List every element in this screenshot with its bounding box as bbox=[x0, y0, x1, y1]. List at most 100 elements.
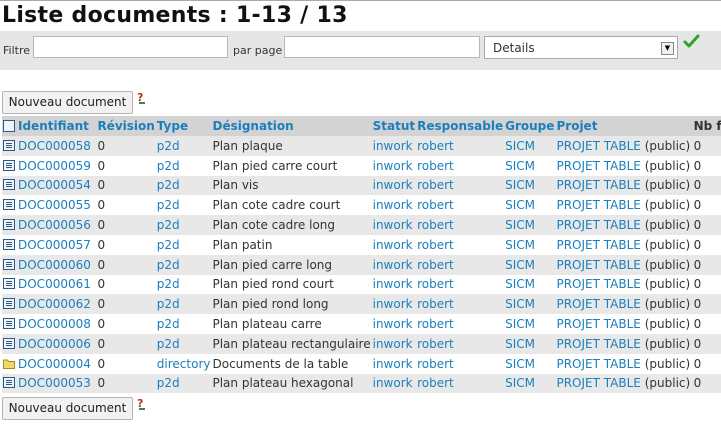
projet-link[interactable]: PROJET TABLE bbox=[556, 238, 640, 252]
responsable-link[interactable]: robert bbox=[417, 258, 454, 272]
statut-link[interactable]: inwork bbox=[373, 238, 413, 252]
statut-link[interactable]: inwork bbox=[373, 198, 413, 212]
projet-link[interactable]: PROJET TABLE bbox=[556, 376, 640, 390]
responsable-link[interactable]: robert bbox=[417, 337, 454, 351]
projet-link[interactable]: PROJET TABLE bbox=[556, 297, 640, 311]
projet-link[interactable]: PROJET TABLE bbox=[556, 337, 640, 351]
type-link[interactable]: p2d bbox=[157, 139, 180, 153]
type-link[interactable]: p2d bbox=[157, 238, 180, 252]
groupe-link[interactable]: SICM bbox=[505, 238, 535, 252]
per-page-input[interactable] bbox=[284, 36, 480, 58]
type-link[interactable]: p2d bbox=[157, 317, 180, 331]
type-link[interactable]: p2d bbox=[157, 337, 180, 351]
type-link[interactable]: p2d bbox=[157, 376, 180, 390]
groupe-link[interactable]: SICM bbox=[505, 139, 535, 153]
document-id-link[interactable]: DOC000053 bbox=[18, 376, 91, 390]
groupe-link[interactable]: SICM bbox=[505, 159, 535, 173]
table-row[interactable]: DOC000056 0 p2d Plan cote cadre long inwork r… bbox=[2, 215, 721, 235]
groupe-link[interactable]: SICM bbox=[505, 317, 535, 331]
document-id-link[interactable]: DOC000058 bbox=[18, 139, 91, 153]
groupe-link[interactable]: SICM bbox=[505, 337, 535, 351]
question-mark-icon[interactable]: ? bbox=[136, 91, 148, 105]
projet-link[interactable]: PROJET TABLE bbox=[556, 277, 640, 291]
statut-link[interactable]: inwork bbox=[373, 317, 413, 331]
groupe-link[interactable]: SICM bbox=[505, 277, 535, 291]
projet-link[interactable]: PROJET TABLE bbox=[556, 357, 640, 371]
type-link[interactable]: p2d bbox=[157, 258, 180, 272]
view-mode-select[interactable]: Details ▼ bbox=[484, 36, 678, 59]
table-row[interactable]: DOC000004 0 directory Documents de la table… bbox=[2, 353, 721, 374]
table-row[interactable]: DOC000061 0 p2d Plan pied rond court inwork r… bbox=[2, 274, 721, 295]
type-link[interactable]: p2d bbox=[157, 218, 180, 232]
groupe-link[interactable]: SICM bbox=[505, 218, 535, 232]
statut-link[interactable]: inwork bbox=[373, 139, 413, 153]
groupe-link[interactable]: SICM bbox=[505, 297, 535, 311]
table-row[interactable]: DOC000057 0 p2d Plan patin inwork robert SICM P… bbox=[2, 234, 721, 255]
type-link[interactable]: p2d bbox=[157, 178, 180, 192]
type-link[interactable]: p2d bbox=[157, 297, 180, 311]
statut-link[interactable]: inwork bbox=[373, 178, 413, 192]
document-id-link[interactable]: DOC000061 bbox=[18, 277, 91, 291]
groupe-link[interactable]: SICM bbox=[505, 198, 535, 212]
groupe-link[interactable]: SICM bbox=[505, 258, 535, 272]
responsable-link[interactable]: robert bbox=[417, 178, 454, 192]
statut-link[interactable]: inwork bbox=[373, 277, 413, 291]
table-row[interactable]: DOC000008 0 p2d Plan plateau carre inwork rob… bbox=[2, 314, 721, 334]
header-statut[interactable]: Statut bbox=[371, 116, 417, 136]
table-row[interactable]: DOC000053 0 p2d Plan plateau hexagonal inwor… bbox=[2, 373, 721, 394]
table-row[interactable]: DOC000054 0 p2d Plan vis inwork robert SICM PRO… bbox=[2, 175, 721, 196]
document-id-link[interactable]: DOC000060 bbox=[18, 258, 91, 272]
projet-link[interactable]: PROJET TABLE bbox=[556, 317, 640, 331]
type-link[interactable]: p2d bbox=[157, 159, 180, 173]
projet-link[interactable]: PROJET TABLE bbox=[556, 258, 640, 272]
header-responsable[interactable]: Responsable bbox=[416, 116, 505, 136]
responsable-link[interactable]: robert bbox=[417, 376, 454, 390]
statut-link[interactable]: inwork bbox=[373, 357, 413, 371]
filter-input[interactable] bbox=[33, 36, 228, 58]
table-row[interactable]: DOC000006 0 p2d Plan plateau rectangulaire i… bbox=[2, 333, 721, 354]
projet-link[interactable]: PROJET TABLE bbox=[556, 218, 640, 232]
type-link[interactable]: p2d bbox=[157, 277, 180, 291]
responsable-link[interactable]: robert bbox=[417, 317, 454, 331]
green-checkmark-icon[interactable] bbox=[683, 34, 700, 50]
header-designation[interactable]: Désignation bbox=[211, 116, 372, 136]
table-row[interactable]: DOC000060 0 p2d Plan pied carre long inwork r… bbox=[2, 254, 721, 275]
document-id-link[interactable]: DOC000057 bbox=[18, 238, 91, 252]
header-groupe[interactable]: Groupe bbox=[504, 116, 556, 136]
new-document-button-top[interactable]: Nouveau document bbox=[2, 91, 133, 114]
table-row[interactable]: DOC000062 0 p2d Plan pied rond long inwork ro… bbox=[2, 294, 721, 315]
table-row[interactable]: DOC000059 0 p2d Plan pied carre court inwork… bbox=[2, 155, 721, 176]
responsable-link[interactable]: robert bbox=[417, 357, 454, 371]
question-mark-icon[interactable]: ? bbox=[136, 397, 148, 411]
projet-link[interactable]: PROJET TABLE bbox=[556, 159, 640, 173]
type-link[interactable]: directory bbox=[157, 357, 211, 371]
document-id-link[interactable]: DOC000055 bbox=[18, 198, 91, 212]
responsable-link[interactable]: robert bbox=[417, 277, 454, 291]
responsable-link[interactable]: robert bbox=[417, 198, 454, 212]
document-id-link[interactable]: DOC000062 bbox=[18, 297, 91, 311]
statut-link[interactable]: inwork bbox=[373, 159, 413, 173]
type-link[interactable]: p2d bbox=[157, 198, 180, 212]
table-row[interactable]: DOC000055 0 p2d Plan cote cadre court inwork… bbox=[2, 195, 721, 216]
header-type[interactable]: Type bbox=[155, 116, 212, 136]
responsable-link[interactable]: robert bbox=[417, 139, 454, 153]
table-row[interactable]: DOC000058 0 p2d Plan plaque inwork robert SICM… bbox=[2, 136, 721, 156]
document-id-link[interactable]: DOC000054 bbox=[18, 178, 91, 192]
responsable-link[interactable]: robert bbox=[417, 238, 454, 252]
responsable-link[interactable]: robert bbox=[417, 218, 454, 232]
projet-link[interactable]: PROJET TABLE bbox=[556, 139, 640, 153]
dropdown-arrow-icon[interactable]: ▼ bbox=[661, 42, 674, 55]
projet-link[interactable]: PROJET TABLE bbox=[556, 198, 640, 212]
document-id-link[interactable]: DOC000059 bbox=[18, 159, 91, 173]
header-revision[interactable]: Révision bbox=[96, 116, 156, 136]
groupe-link[interactable]: SICM bbox=[505, 357, 535, 371]
document-id-link[interactable]: DOC000008 bbox=[18, 317, 91, 331]
document-id-link[interactable]: DOC000006 bbox=[18, 337, 91, 351]
document-id-link[interactable]: DOC000004 bbox=[18, 357, 91, 371]
document-id-link[interactable]: DOC000056 bbox=[18, 218, 91, 232]
groupe-link[interactable]: SICM bbox=[505, 178, 535, 192]
new-document-button-bottom[interactable]: Nouveau document bbox=[2, 397, 133, 420]
select-all-icon[interactable] bbox=[3, 120, 15, 132]
responsable-link[interactable]: robert bbox=[417, 297, 454, 311]
statut-link[interactable]: inwork bbox=[373, 376, 413, 390]
